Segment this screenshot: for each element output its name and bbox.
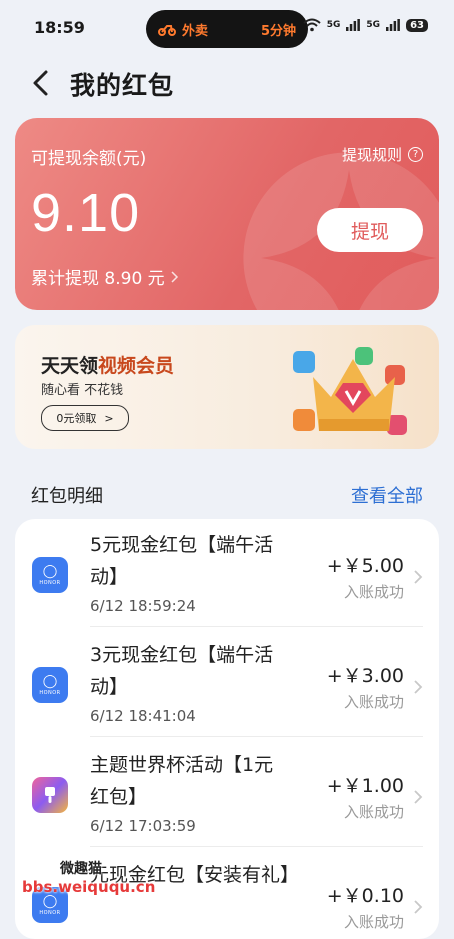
question-icon: ? [408,147,423,162]
icon-brand: HONOR [39,579,61,586]
honor-bag-icon: ◯ HONOR [32,667,68,703]
section-title: 红包明细 [31,486,103,507]
balance-card: 可提现余额(元) 提现规则 ? 9.10 提现 累计提现 8.90 元 [15,118,439,310]
chevron-right-icon [414,680,423,694]
view-all-link[interactable]: 查看全部 [351,482,423,508]
video-membership-banner[interactable]: 天天领视频会员 随心看 不花钱 0元领取 > [15,325,439,449]
record-name: 3元现金红包【端午活动】 [90,644,274,698]
balance-amount: 9.10 [31,183,141,243]
free-claim-arrow: > [104,411,114,425]
page-title: 我的红包 [70,71,175,100]
crown-apps-illustration-icon [293,347,407,435]
withdraw-rules-link[interactable]: 提现规则 ? [342,144,423,165]
theme-brush-icon [32,777,68,813]
chevron-right-icon [414,570,423,584]
scooter-icon [158,25,176,36]
free-claim-button[interactable]: 0元领取 > [41,405,129,431]
total-withdrawn-label: 累计提现 8.90 元 [31,269,165,289]
battery-icon: 63 [406,18,428,32]
watermark: 微趣猫 bbs.weiququ.cn [22,858,155,896]
promo-title: 天天领视频会员 [41,351,174,378]
promo-subtitle: 随心看 不花钱 [41,383,124,398]
balance-label: 可提现余额(元) [31,149,147,169]
signal-bars-icon-2 [386,19,400,31]
record-status: 入账成功 [343,693,404,711]
record-name: 主题世界杯活动【1元红包】 [90,754,274,808]
list-item[interactable]: 主题世界杯活动【1元红包】 6/12 17:03:59 +￥1.00 入账成功 [15,739,439,849]
record-name: 5元现金红包【端午活动】 [90,534,274,588]
honor-bag-icon: ◯ HONOR [32,557,68,593]
record-date: 6/12 17:03:59 [90,817,196,835]
divider [90,736,423,737]
dynamic-island[interactable]: 外卖 5分钟 [146,10,308,48]
signal-5g-icon: 5G [326,20,341,30]
free-claim-label: 0元领取 [56,412,97,425]
record-date: 6/12 18:41:04 [90,707,196,725]
promo-title-highlight: 视频会员 [98,355,175,377]
record-value: +￥0.10 [326,885,404,907]
withdraw-rules-label: 提现规则 [341,146,402,164]
record-status: 入账成功 [343,913,404,931]
chevron-right-icon [171,270,178,283]
status-time: 18:59 [34,18,85,37]
record-date: 6/12 18:59:24 [90,597,196,615]
record-status: 入账成功 [343,803,404,821]
island-app-label: 外卖 [182,23,209,39]
icon-brand: HONOR [39,909,61,916]
signal-bars-icon [346,19,361,31]
record-value: +￥1.00 [326,775,404,797]
icon-brand: HONOR [39,689,61,696]
watermark-line2: bbs.weiququ.cn [22,878,156,896]
list-item[interactable]: ◯ HONOR 5元现金红包【端午活动】 6/12 18:59:24 +￥5.0… [15,519,439,629]
promo-title-plain: 天天领 [41,355,99,377]
wifi-icon [303,18,321,32]
status-icons: 5G 5G 63 [303,18,428,32]
withdraw-button[interactable]: 提现 [317,208,423,252]
list-item[interactable]: ◯ HONOR 3元现金红包【端午活动】 6/12 18:41:04 +￥3.0… [15,629,439,739]
island-eta: 5分钟 [260,23,296,39]
divider [90,846,423,847]
chevron-right-icon [414,900,423,914]
total-withdrawn-link[interactable]: 累计提现 8.90 元 [31,264,179,289]
back-arrow-icon[interactable] [30,68,52,98]
record-value: +￥5.00 [326,555,404,577]
record-status: 入账成功 [343,583,404,601]
signal-5g-icon-2: 5G [366,20,381,30]
chevron-right-icon [414,790,423,804]
record-value: +￥3.00 [326,665,404,687]
divider [90,626,423,627]
watermark-line1: 微趣猫 [60,861,102,877]
